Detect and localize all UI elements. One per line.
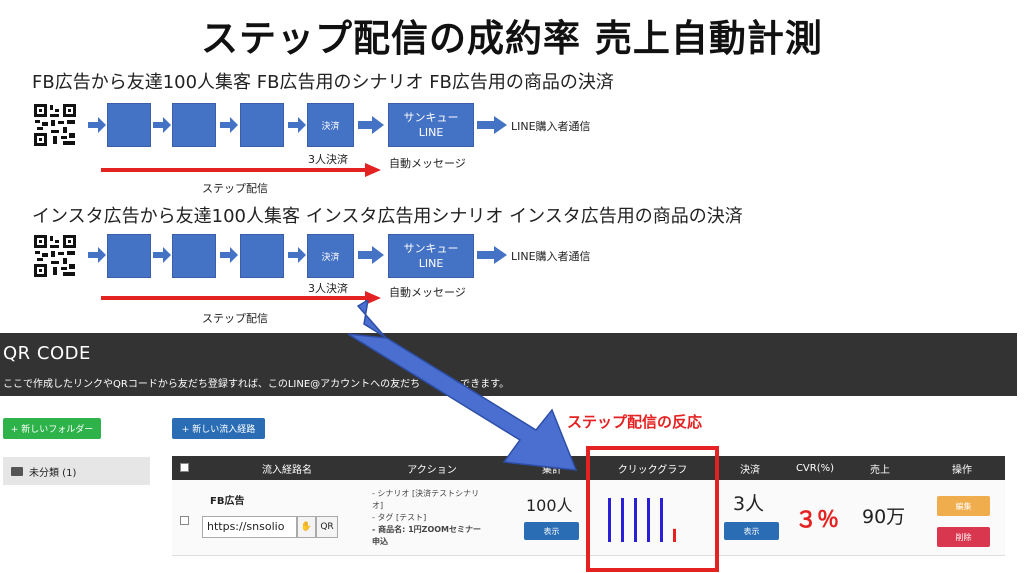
header-payment: 決済: [740, 464, 760, 476]
click-graph-highlight-frame: [586, 446, 719, 572]
route-name: FB広告: [210, 496, 245, 507]
flow-step-box: [240, 103, 284, 147]
callout-arrow-icon: [347, 300, 578, 471]
route-actions: - シナリオ [決済テストシナリオ] - タグ [テスト] - 商品名: 1円Z…: [372, 488, 487, 548]
flow-arrow-icon: [153, 247, 171, 263]
total-show-button[interactable]: 表示: [524, 522, 579, 540]
step-red-arrow-icon: [101, 290, 381, 305]
flow-arrow-icon: [288, 117, 306, 133]
header-operation: 操作: [952, 464, 972, 476]
auto-message-label: 自動メッセージ: [389, 157, 466, 170]
row-checkbox[interactable]: [180, 516, 189, 525]
step-red-arrow-icon: [101, 162, 381, 177]
action-tag: - タグ [テスト]: [372, 513, 427, 522]
qr-button[interactable]: QR: [316, 516, 338, 538]
step-delivery-label: ステップ配信: [202, 182, 268, 195]
thanks-line-label-1: サンキュー: [403, 111, 459, 124]
step-reaction-label: ステップ配信の反応: [567, 413, 703, 431]
folder-icon: [11, 466, 23, 476]
sales-value: 90万: [862, 506, 906, 528]
edit-button[interactable]: 編集: [937, 496, 990, 516]
panel-title: QR CODE: [3, 343, 91, 364]
qr-code-icon: [33, 103, 77, 147]
header-sales: 売上: [870, 464, 890, 476]
payment-count: 3人: [733, 493, 765, 515]
flow-heading-fb: FB広告から友達100人集客 FB広告用のシナリオ FB広告用の商品の決済: [32, 72, 614, 93]
flow-step-box: [240, 234, 284, 278]
select-all-checkbox[interactable]: [180, 463, 189, 472]
buyer-newsletter-label: LINE購入者通信: [511, 120, 591, 133]
route-url-field[interactable]: https://snsolio: [202, 516, 297, 538]
buyer-newsletter-label: LINE購入者通信: [511, 250, 591, 263]
payment-box: 決済: [307, 103, 354, 147]
flow-step-box: [172, 234, 216, 278]
flow-step-box: [107, 234, 151, 278]
payment-box: 決済: [307, 234, 354, 278]
thanks-line-box: サンキュー LINE: [388, 234, 474, 278]
cvr-value: ３％: [795, 508, 840, 533]
new-folder-button[interactable]: + 新しいフォルダー: [3, 418, 101, 439]
action-product: - 商品名: 1円ZOOMセミナー申込: [372, 525, 482, 546]
folder-item-label: 未分類 (1): [29, 467, 77, 479]
thanks-line-label-2: LINE: [418, 126, 444, 139]
flow-arrow-icon: [153, 117, 171, 133]
delete-button[interactable]: 削除: [937, 527, 990, 547]
step-delivery-label: ステップ配信: [202, 312, 268, 325]
page-title: ステップ配信の成約率 売上自動計測: [201, 17, 823, 60]
thanks-line-box: サンキュー LINE: [388, 103, 474, 147]
flow-arrow-icon: [477, 246, 507, 264]
qr-code-icon: [33, 234, 77, 278]
flow-arrow-icon: [88, 117, 106, 133]
flow-arrow-icon: [358, 116, 384, 134]
flow-arrow-icon: [288, 247, 306, 263]
flow-step-box: [172, 103, 216, 147]
flow-arrow-icon: [220, 117, 238, 133]
flow-step-box: [107, 103, 151, 147]
auto-message-label: 自動メッセージ: [389, 286, 466, 299]
payment-show-button[interactable]: 表示: [724, 522, 779, 540]
total-count: 100人: [526, 496, 573, 515]
thanks-line-label-2: LINE: [418, 257, 444, 270]
flow-arrow-icon: [220, 247, 238, 263]
flow-arrow-icon: [477, 116, 507, 134]
folder-item-uncategorized[interactable]: 未分類 (1): [3, 457, 150, 485]
flow-arrow-icon: [358, 246, 384, 264]
new-route-button[interactable]: + 新しい流入経路: [172, 418, 265, 439]
flow-arrow-icon: [88, 247, 106, 263]
header-cvr: CVR(%): [795, 462, 835, 474]
thanks-line-label-1: サンキュー: [403, 242, 459, 255]
action-scenario: - シナリオ [決済テストシナリオ]: [372, 489, 480, 510]
stamp-icon[interactable]: ✋: [297, 516, 316, 538]
flow-heading-instagram: インスタ広告から友達100人集客 インスタ広告用シナリオ インスタ広告用の商品の…: [32, 206, 743, 227]
